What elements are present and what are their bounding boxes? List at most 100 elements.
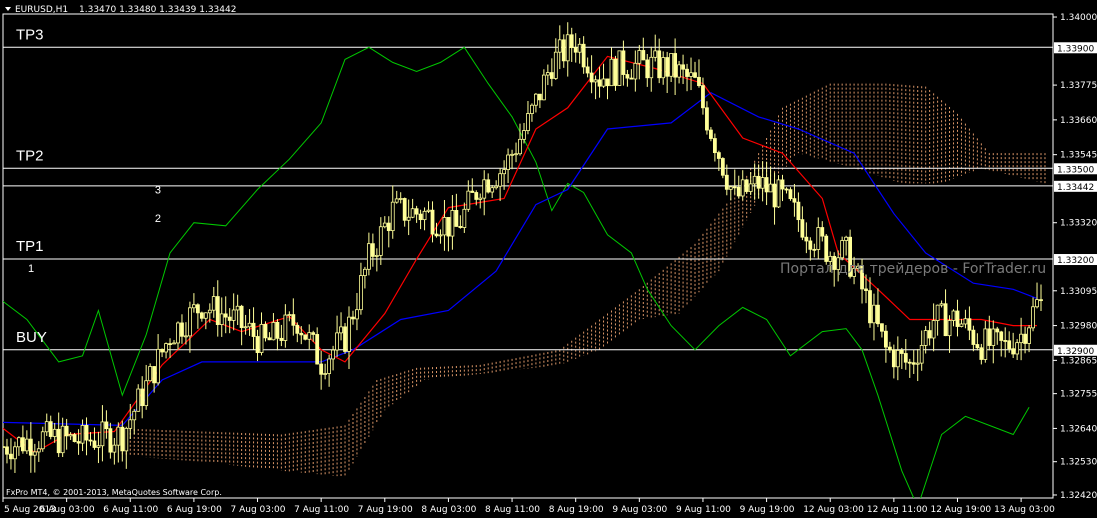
candle-body [537,93,542,101]
candle-body [883,330,888,348]
candle-body [510,153,514,156]
candle-body [613,58,618,86]
candle-body [120,426,125,452]
candle-body [140,388,145,407]
candle-body [331,349,335,360]
candle-body [915,362,920,365]
candle-body [100,421,105,447]
candle-body [967,318,972,331]
candle-body [880,323,884,332]
x-tick-label: 9 Aug 11:00 [676,505,731,515]
candle-body [458,226,463,228]
candle-body [347,316,351,352]
x-tick-label: 9 Aug 19:00 [740,505,795,515]
chart-menu-arrow-icon[interactable] [5,7,11,11]
candle-body [581,43,586,68]
candle-body [641,50,646,61]
candle-body [625,74,630,79]
chart-window: 1.33900 1.33500 1.33442 1.33200 1.32900 1.34… [0,0,1097,518]
x-tick-label: 12 Aug 19:00 [930,505,991,515]
candle-body [1039,299,1043,302]
candle-body [199,312,204,319]
candle-body [275,321,280,339]
candle-body [259,323,264,353]
candle-body [701,85,705,109]
level-label: BUY [16,329,47,346]
candle-body [689,72,693,77]
candle-body [895,349,900,368]
candle-body [931,320,936,339]
wave-mark: 3 [155,184,161,196]
price-tag: 1.33900 [1057,44,1094,54]
candle-body [68,434,73,437]
candle-body [919,345,924,364]
candle-body [390,201,395,232]
watermark: Портал для трейдеров - ForTrader.ru [780,261,1046,277]
candle-body [935,304,940,321]
candle-body [188,307,192,337]
candle-body [983,328,988,360]
level-label: TP2 [16,147,44,164]
candle-body [267,337,272,341]
x-tick-label: 9 Aug 03:00 [612,505,667,515]
candle-body [939,303,944,306]
candle-body [60,425,65,454]
candle-body [207,309,212,314]
candle-body [76,441,81,444]
candle-body [370,243,375,257]
candle-body [13,446,17,460]
candle-body [947,320,952,337]
candle-body [219,313,224,325]
candle-body [414,208,419,215]
candle-body [382,222,387,228]
candle-body [907,361,912,364]
candle-body [152,366,157,384]
candle-body [438,234,443,237]
candle-body [617,50,622,86]
candle-body [541,74,546,101]
candle-body [748,183,753,192]
x-tick-label: 12 Aug 11:00 [867,505,928,515]
candle-body [291,314,296,326]
candle-body [673,53,678,78]
candle-body [760,177,765,189]
candle-body [987,328,992,346]
candle-body [724,174,729,190]
candle-body [573,47,578,53]
x-tick-label: 6 Aug 11:00 [103,505,158,515]
candle-body [490,187,495,193]
candle-body [868,290,872,324]
candle-body [557,39,562,53]
candle-body [251,322,256,337]
candle-body [243,326,248,329]
candle-body [442,217,447,236]
price-tag: 1.33442 [1057,183,1094,193]
candle-body [955,310,960,327]
price-chart[interactable]: 1.33900 1.33500 1.33442 1.33200 1.32900 1.34… [0,0,1097,518]
candle-body [601,78,606,87]
candle-body [136,388,141,412]
candle-body [295,324,300,334]
copyright-text: FxPro MT4, © 2001-2013, MetaQuotes Softw… [6,488,222,497]
candle-body [840,240,845,259]
candle-body [545,72,550,76]
candle-body [514,153,518,156]
candle-body [756,175,761,189]
candle-body [693,72,697,78]
candle-body [28,438,33,456]
candle-body [271,321,276,341]
candle-body [498,173,503,187]
candle-body [168,343,172,346]
candle-body [645,59,650,79]
candle-body [923,330,928,346]
y-tick-label: 1.32865 [1060,356,1097,366]
candle-body [418,213,423,221]
candle-body [911,362,916,365]
candle-body [705,107,709,131]
candle-body [283,314,288,341]
candle-body [311,332,316,335]
candle-body [589,72,594,83]
candle-body [84,424,89,441]
candle-body [255,336,260,353]
candle-body [534,93,538,106]
